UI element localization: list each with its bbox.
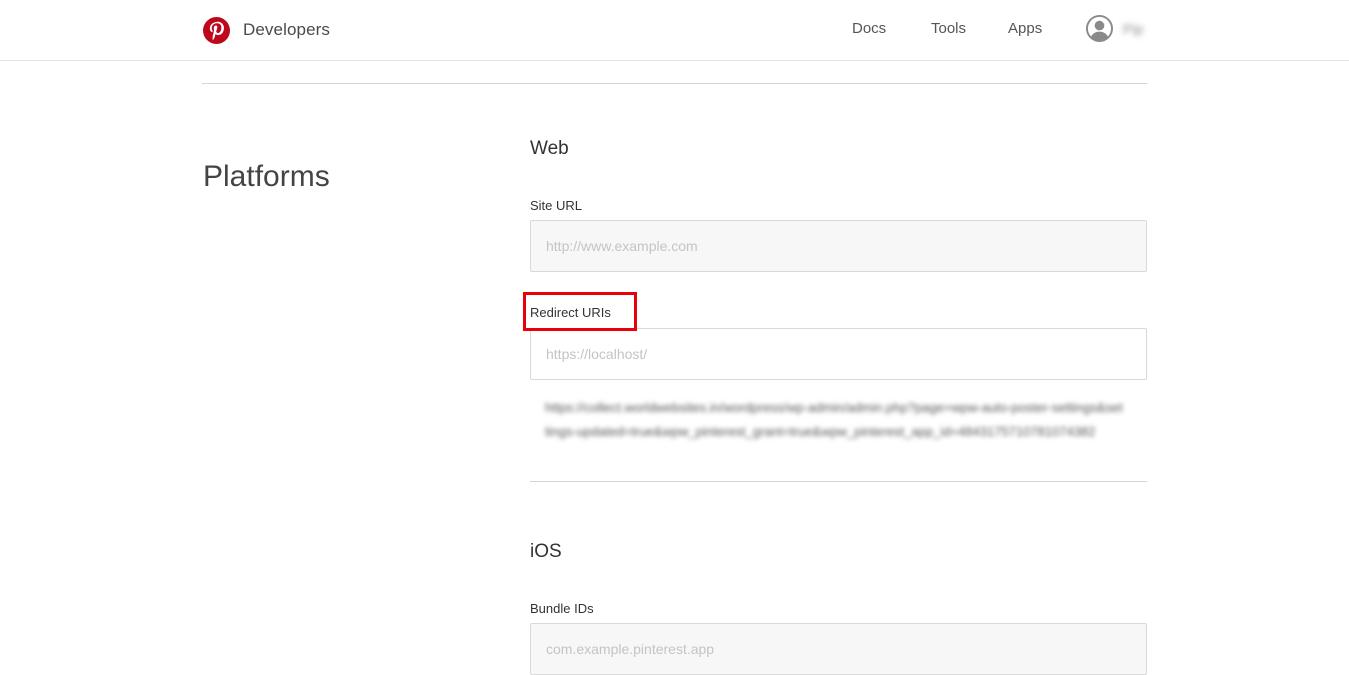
user-name: Pip xyxy=(1123,20,1144,37)
redirect-uri-input[interactable] xyxy=(530,328,1147,380)
nav-tools-link[interactable]: Tools xyxy=(931,20,966,37)
user-menu[interactable]: Pip xyxy=(1086,15,1143,42)
bundle-ids-label: Bundle IDs xyxy=(530,601,594,616)
user-avatar-icon xyxy=(1086,15,1113,42)
site-url-label: Site URL xyxy=(530,198,583,213)
nav-apps-link[interactable]: Apps xyxy=(1008,20,1042,37)
redirect-uri-list-item: https://collect.worldwebsites.in/wordpre… xyxy=(545,400,1123,439)
ios-section-heading: iOS xyxy=(530,541,562,562)
web-section-heading: Web xyxy=(530,138,569,159)
header-divider xyxy=(202,83,1147,84)
top-navigation-bar: Developers Docs Tools Apps Pip xyxy=(0,0,1349,61)
redirect-uris-label: Redirect URIs xyxy=(530,305,611,320)
section-divider xyxy=(530,481,1147,482)
nav-docs-link[interactable]: Docs xyxy=(852,20,886,37)
bundle-ids-input[interactable] xyxy=(530,623,1147,675)
main-nav: Docs Tools Apps Pip xyxy=(0,0,1349,60)
site-url-input[interactable] xyxy=(530,220,1147,272)
page-title: Platforms xyxy=(203,160,330,193)
